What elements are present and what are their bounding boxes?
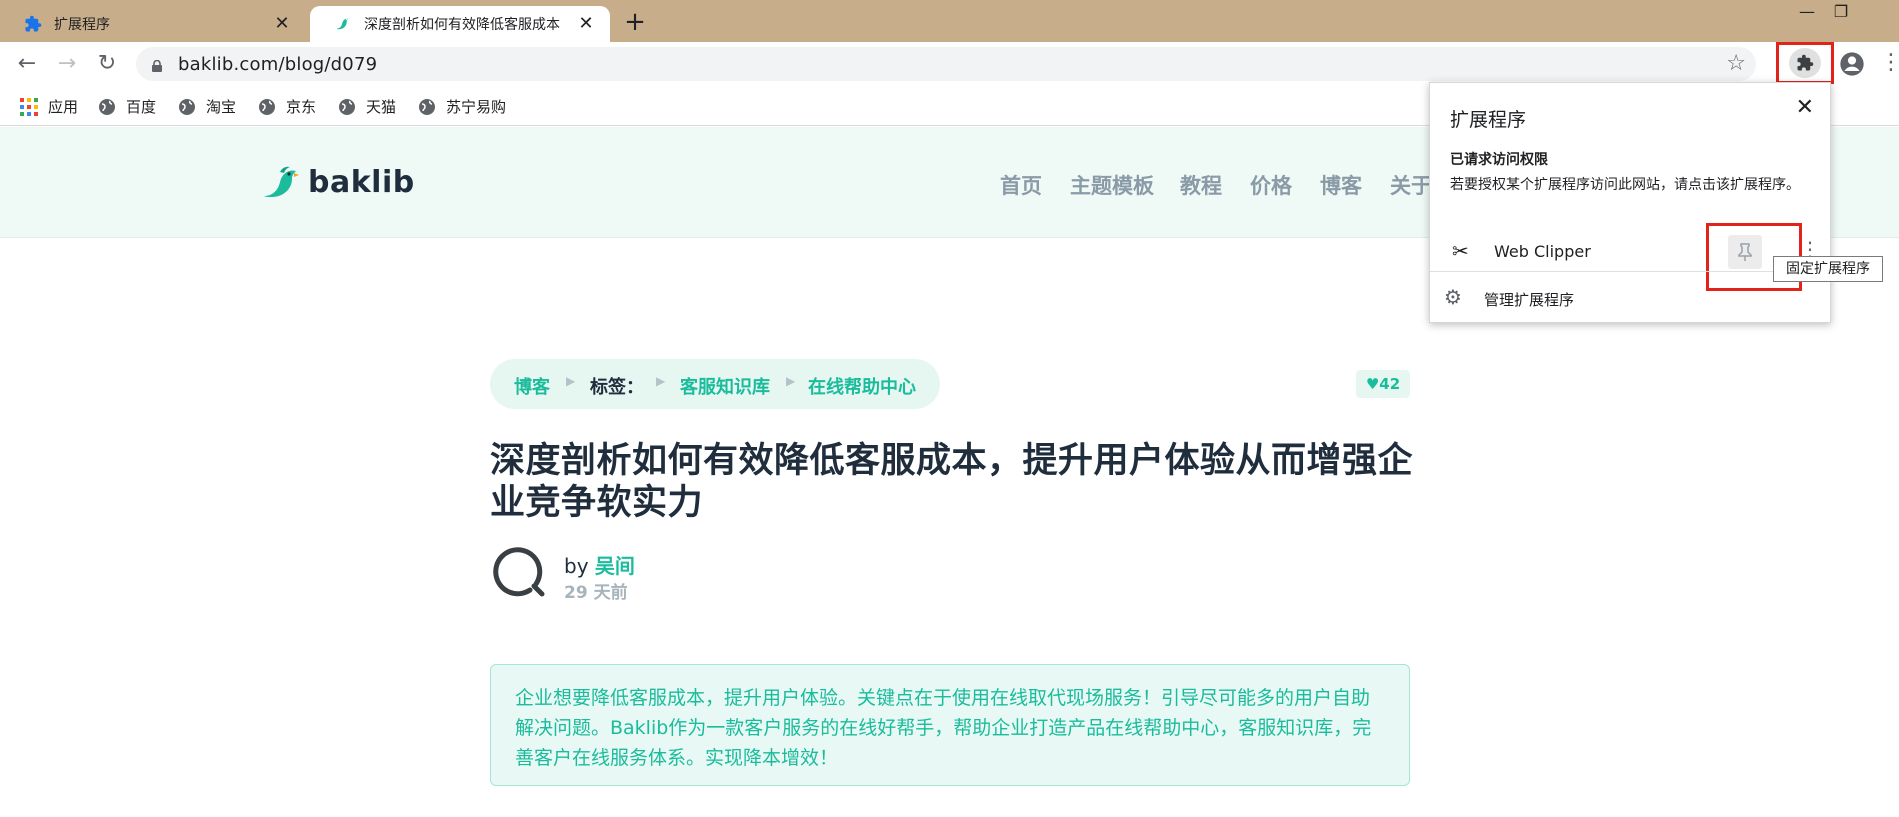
bookmark-label: 应用 [48,98,79,116]
bookmark-jd[interactable]: 京东 [258,96,316,117]
tab-title: 深度剖析如何有效降低客服成本 [364,17,560,33]
lock-icon [152,57,162,72]
nav-templates[interactable]: 主题模板 [1070,170,1154,200]
bookmark-tmall[interactable]: 天猫 [338,96,396,117]
extension-item-web-clipper[interactable]: ✂ Web Clipper ⋮ [1430,223,1830,291]
author-line: by 吴间 [564,550,635,579]
article-title: 深度剖析如何有效降低客服成本，提升用户体验从而增强企业竞争软实力 [490,441,1414,523]
bookmark-label: 天猫 [366,98,397,116]
by-label: by [564,554,589,578]
close-tab-icon[interactable]: ✕ [272,14,292,34]
extensions-popup: 扩展程序 ✕ 已请求访问权限 若要授权某个扩展程序访问此网站，请点击该扩展程序。… [1429,82,1831,323]
bookmark-label: 京东 [286,98,317,116]
author-link[interactable]: 吴间 [595,554,635,578]
maximize-button[interactable]: ❐ [1826,2,1856,26]
breadcrumb-separator-icon: ▶ [656,374,666,388]
close-tab-icon[interactable]: ✕ [576,14,596,34]
breadcrumb: 博客 ▶ 标签： ▶ 客服知识库 ▶ 在线帮助中心 [490,359,940,409]
scissors-icon: ✂ [1452,239,1469,263]
breadcrumb-tags-label: 标签： [590,377,644,398]
bookmark-baidu[interactable]: 百度 [98,96,156,117]
pin-extension-button[interactable] [1728,235,1762,269]
profile-avatar-icon[interactable] [1838,50,1866,78]
nav-tutorials[interactable]: 教程 [1180,170,1222,200]
popup-title: 扩展程序 [1450,109,1527,131]
globe-icon [418,98,436,116]
globe-icon [98,98,116,116]
pin-tooltip: 固定扩展程序 [1773,256,1883,282]
baklib-logo[interactable]: baklib [258,162,415,202]
address-bar[interactable]: baklib.com/blog/d079 ☆ [136,47,1756,81]
breadcrumb-tag-kb[interactable]: 客服知识库 [680,373,770,399]
bookmark-taobao[interactable]: 淘宝 [178,96,236,117]
more-menu-icon[interactable]: ⋮ [1880,50,1899,78]
globe-icon [178,98,196,116]
bookmark-label: 百度 [126,98,157,116]
baklib-bird-icon [334,15,352,33]
nav-about[interactable]: 关于 [1390,170,1432,200]
forward-arrow-icon[interactable]: → [52,50,82,78]
access-requested-heading: 已请求访问权限 [1450,152,1548,168]
loading-ring-icon [493,547,545,597]
extension-name: Web Clipper [1494,242,1591,261]
new-tab-button[interactable]: + [620,8,650,38]
breadcrumb-separator-icon: ▶ [566,374,576,388]
url-text: baklib.com/blog/d079 [178,54,378,75]
tab-title: 扩展程序 [54,17,110,33]
manage-extensions-item[interactable]: ⚙ 管理扩展程序 [1430,277,1830,317]
breadcrumb-tag-helpcenter[interactable]: 在线帮助中心 [808,373,916,399]
like-count-button[interactable]: ♥42 [1356,370,1410,398]
globe-icon [258,98,276,116]
author-avatar [490,544,546,600]
breadcrumb-blog[interactable]: 博客 [514,373,550,399]
parrot-logo-icon [264,166,299,197]
gear-icon: ⚙ [1444,285,1462,309]
browser-toolbar: ← → ↻ baklib.com/blog/d079 ☆ [0,42,1899,86]
manage-extensions-label: 管理扩展程序 [1484,291,1575,309]
apps-grid-icon [20,97,38,116]
bookmark-star-icon[interactable]: ☆ [1726,51,1746,76]
reload-icon[interactable]: ↻ [92,50,122,78]
nav-blog[interactable]: 博客 [1320,170,1362,200]
close-icon[interactable]: ✕ [1796,95,1814,120]
access-requested-description: 若要授权某个扩展程序访问此网站，请点击该扩展程序。 [1450,177,1800,193]
minimize-button[interactable]: — [1792,2,1822,26]
nav-pricing[interactable]: 价格 [1250,170,1292,200]
tab-baklib-article[interactable]: 深度剖析如何有效降低客服成本 ✕ [310,6,610,42]
extensions-button[interactable] [1776,42,1834,84]
puzzle-icon [1789,48,1821,78]
logo-text: baklib [308,164,415,200]
article-summary: 企业想要降低客服成本，提升用户体验。关键点在于使用在线取代现场服务！引导尽可能多… [490,664,1410,786]
puzzle-icon [24,15,42,33]
breadcrumb-separator-icon: ▶ [786,374,796,388]
bookmark-suning[interactable]: 苏宁易购 [418,96,506,117]
post-date: 29 天前 [564,583,628,603]
tab-extensions[interactable]: 扩展程序 ✕ [0,6,306,42]
back-arrow-icon[interactable]: ← [12,50,42,78]
tab-strip: 扩展程序 ✕ 深度剖析如何有效降低客服成本 ✕ + — ❐ [0,0,1899,42]
divider [1430,271,1830,272]
pin-icon [1738,243,1752,261]
bookmark-apps[interactable]: 应用 [20,96,78,117]
globe-icon [338,98,356,116]
bookmark-label: 苏宁易购 [446,98,507,116]
nav-home[interactable]: 首页 [1000,170,1042,200]
bookmark-label: 淘宝 [206,98,237,116]
